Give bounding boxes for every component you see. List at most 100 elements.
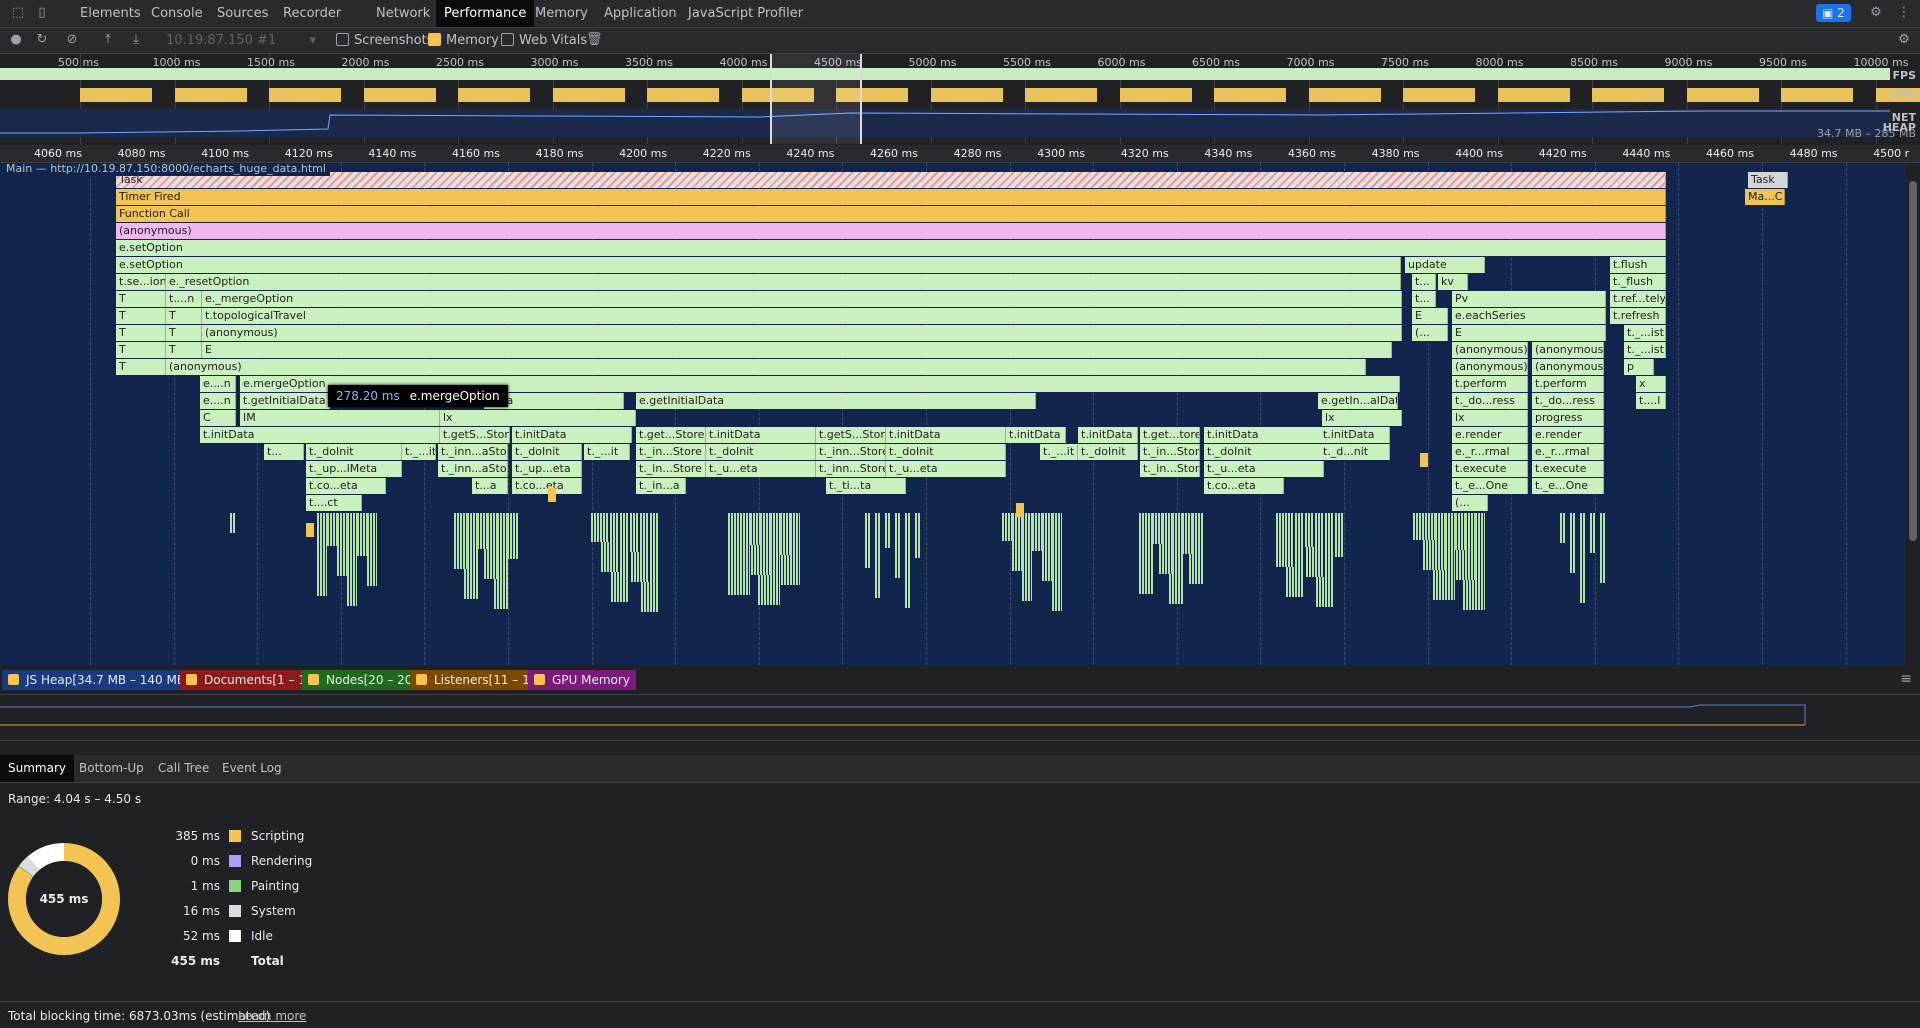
flame-entry[interactable]: t._doInit <box>1204 444 1324 460</box>
flame-entry[interactable]: Function Call <box>116 206 1666 222</box>
flame-entry[interactable]: t.initData <box>1204 427 1324 443</box>
tab-summary[interactable]: Summary <box>0 755 74 782</box>
flame-entry[interactable]: t._do...ress <box>1532 393 1604 409</box>
flame-entry[interactable]: e.setOption <box>116 257 1401 273</box>
tab-recorder[interactable]: Recorder <box>275 0 349 27</box>
inspect-element-icon[interactable]: ⬚ <box>10 5 26 21</box>
settings-gear-icon[interactable]: ⚙ <box>1868 5 1884 21</box>
flame-entry[interactable]: t....n <box>166 291 202 307</box>
tab-network[interactable]: Network <box>368 0 438 27</box>
clear-icon[interactable]: ⊘ <box>64 32 80 48</box>
flame-entry[interactable]: e.render <box>1532 427 1604 443</box>
flame-entry[interactable]: T <box>116 325 166 341</box>
flame-entry[interactable]: e....n <box>200 393 236 409</box>
flame-entry[interactable]: e.render <box>1452 427 1528 443</box>
flame-entry[interactable]: t.get...tore <box>1140 427 1200 443</box>
counter-toggle[interactable]: JS Heap[34.7 MB – 140 MB] <box>2 670 196 690</box>
flame-entry[interactable]: T <box>116 291 166 307</box>
flame-entry[interactable]: t.topologicalTravel <box>202 308 1402 324</box>
more-options-icon[interactable]: ⋮ <box>1896 5 1912 21</box>
flame-entry[interactable]: t._e...One <box>1532 478 1604 494</box>
flame-entry[interactable]: e....n <box>200 376 236 392</box>
tab-performance[interactable]: Performance <box>436 0 534 27</box>
upload-profile-icon[interactable]: ⤒ <box>100 32 116 48</box>
flame-entry[interactable]: t._do...ress <box>1452 393 1528 409</box>
flame-entry[interactable]: t._doInit <box>512 444 582 460</box>
flame-entry[interactable]: e._resetOption <box>166 274 1401 290</box>
tab-javascript-profiler[interactable]: JavaScript Profiler <box>680 0 811 27</box>
memory-checkbox[interactable]: Memory <box>428 28 499 53</box>
counter-toggle[interactable]: Nodes[20 – 20] <box>302 670 423 690</box>
flame-entry[interactable]: (... <box>1412 325 1448 341</box>
flame-entry[interactable]: p <box>1624 359 1654 375</box>
flame-entry[interactable]: t._up...eta <box>512 461 582 477</box>
flame-entry[interactable]: (anonymous) <box>1532 359 1604 375</box>
flame-entry[interactable]: Task <box>1748 172 1788 188</box>
flame-entry[interactable]: (anonymous) <box>202 325 1402 341</box>
flame-entry[interactable]: t... <box>1412 291 1436 307</box>
flame-entry[interactable]: t....l <box>1636 393 1666 409</box>
flame-entry[interactable]: t._u...eta <box>886 461 1006 477</box>
flame-entry[interactable]: lx <box>440 410 636 426</box>
flame-entry[interactable]: t.getS...Store <box>440 427 510 443</box>
tab-sources[interactable]: Sources <box>209 0 276 27</box>
tab-application[interactable]: Application <box>596 0 685 27</box>
flame-entry[interactable]: t._...it <box>1040 444 1078 460</box>
reload-record-icon[interactable]: ↻ <box>34 32 50 48</box>
flame-entry[interactable]: t.execute <box>1452 461 1528 477</box>
flame-entry[interactable]: t._...ist <box>1624 342 1666 358</box>
flame-entry[interactable]: t.getInitialData <box>240 393 330 409</box>
flame-entry[interactable]: t._doInit <box>706 444 816 460</box>
flame-entry[interactable]: Pv <box>1452 291 1606 307</box>
flame-entry[interactable]: e.getIn...alData <box>1318 393 1398 409</box>
flame-entry[interactable]: t.getS...Store <box>816 427 886 443</box>
learn-more-link[interactable]: Learn more <box>238 1009 306 1023</box>
collect-garbage-icon[interactable]: 🗑 <box>586 32 602 48</box>
flame-entry[interactable]: t.co...eta <box>306 478 386 494</box>
tab-call-tree[interactable]: Call Tree <box>150 755 217 782</box>
flame-entry[interactable]: t.get...Store <box>636 427 706 443</box>
flame-entry[interactable]: t.initData <box>1320 427 1390 443</box>
record-icon[interactable]: ● <box>8 32 24 48</box>
tab-elements[interactable]: Elements <box>72 0 149 27</box>
flame-entry[interactable]: t.perform <box>1452 376 1528 392</box>
flame-entry[interactable]: t._in...Store <box>636 444 706 460</box>
flame-entry[interactable]: t.execute <box>1532 461 1604 477</box>
issues-badge[interactable]: ▣ 2 <box>1816 4 1851 22</box>
flame-entry[interactable]: t._up...lMeta <box>306 461 402 477</box>
flame-entry[interactable]: t._inn...aStore <box>438 444 508 460</box>
flame-entry[interactable]: t.initData <box>886 427 1006 443</box>
flame-entry[interactable]: t._doInit <box>306 444 402 460</box>
flame-entry[interactable]: t._in...Store <box>636 461 706 477</box>
flame-entry[interactable]: t._u...eta <box>1204 461 1324 477</box>
hamburger-menu-icon[interactable]: ≡ <box>1900 671 1912 687</box>
flame-entry[interactable]: IM <box>240 410 440 426</box>
flame-entry[interactable]: Task <box>116 172 1666 188</box>
flame-entry[interactable]: t... <box>1412 274 1436 290</box>
flame-entry[interactable]: kv <box>1438 274 1468 290</box>
tab-memory[interactable]: Memory <box>527 0 596 27</box>
counter-toggle[interactable]: Documents[1 – 1] <box>180 670 317 690</box>
tab-bottom-up[interactable]: Bottom-Up <box>71 755 152 782</box>
flame-entry[interactable]: t.perform <box>1532 376 1604 392</box>
flame-entry[interactable]: lx <box>1322 410 1402 426</box>
flame-entry[interactable]: Ma...C <box>1745 189 1785 205</box>
counter-toggle[interactable]: GPU Memory <box>528 670 636 690</box>
flame-entry[interactable]: t._doInit <box>1078 444 1138 460</box>
flame-entry[interactable]: t._...it <box>584 444 630 460</box>
flame-entry[interactable]: t.ref...tely <box>1610 291 1666 307</box>
flame-entry[interactable]: x <box>1636 376 1666 392</box>
flame-entry[interactable]: t._ti...ta <box>826 478 906 494</box>
flame-entry[interactable]: (anonymous) <box>1452 342 1528 358</box>
timeline-overview[interactable]: 500 ms1000 ms1500 ms2000 ms2500 ms3000 m… <box>0 54 1920 144</box>
flame-entry[interactable]: t.initData <box>1078 427 1138 443</box>
flame-entry[interactable]: t._inn...aStore <box>438 461 508 477</box>
flame-entry[interactable]: e.getInitialData <box>636 393 1036 409</box>
flame-entry[interactable]: t._e...One <box>1452 478 1528 494</box>
tab-event-log[interactable]: Event Log <box>214 755 290 782</box>
flame-entry[interactable]: (anonymous) <box>116 223 1666 239</box>
flame-entry[interactable]: E <box>202 342 1392 358</box>
main-thread-flame-chart[interactable]: Main — http://10.19.87.150:8000/echarts_… <box>0 163 1906 665</box>
scrollbar-thumb[interactable] <box>1909 181 1917 541</box>
flame-entry[interactable]: C <box>200 410 236 426</box>
